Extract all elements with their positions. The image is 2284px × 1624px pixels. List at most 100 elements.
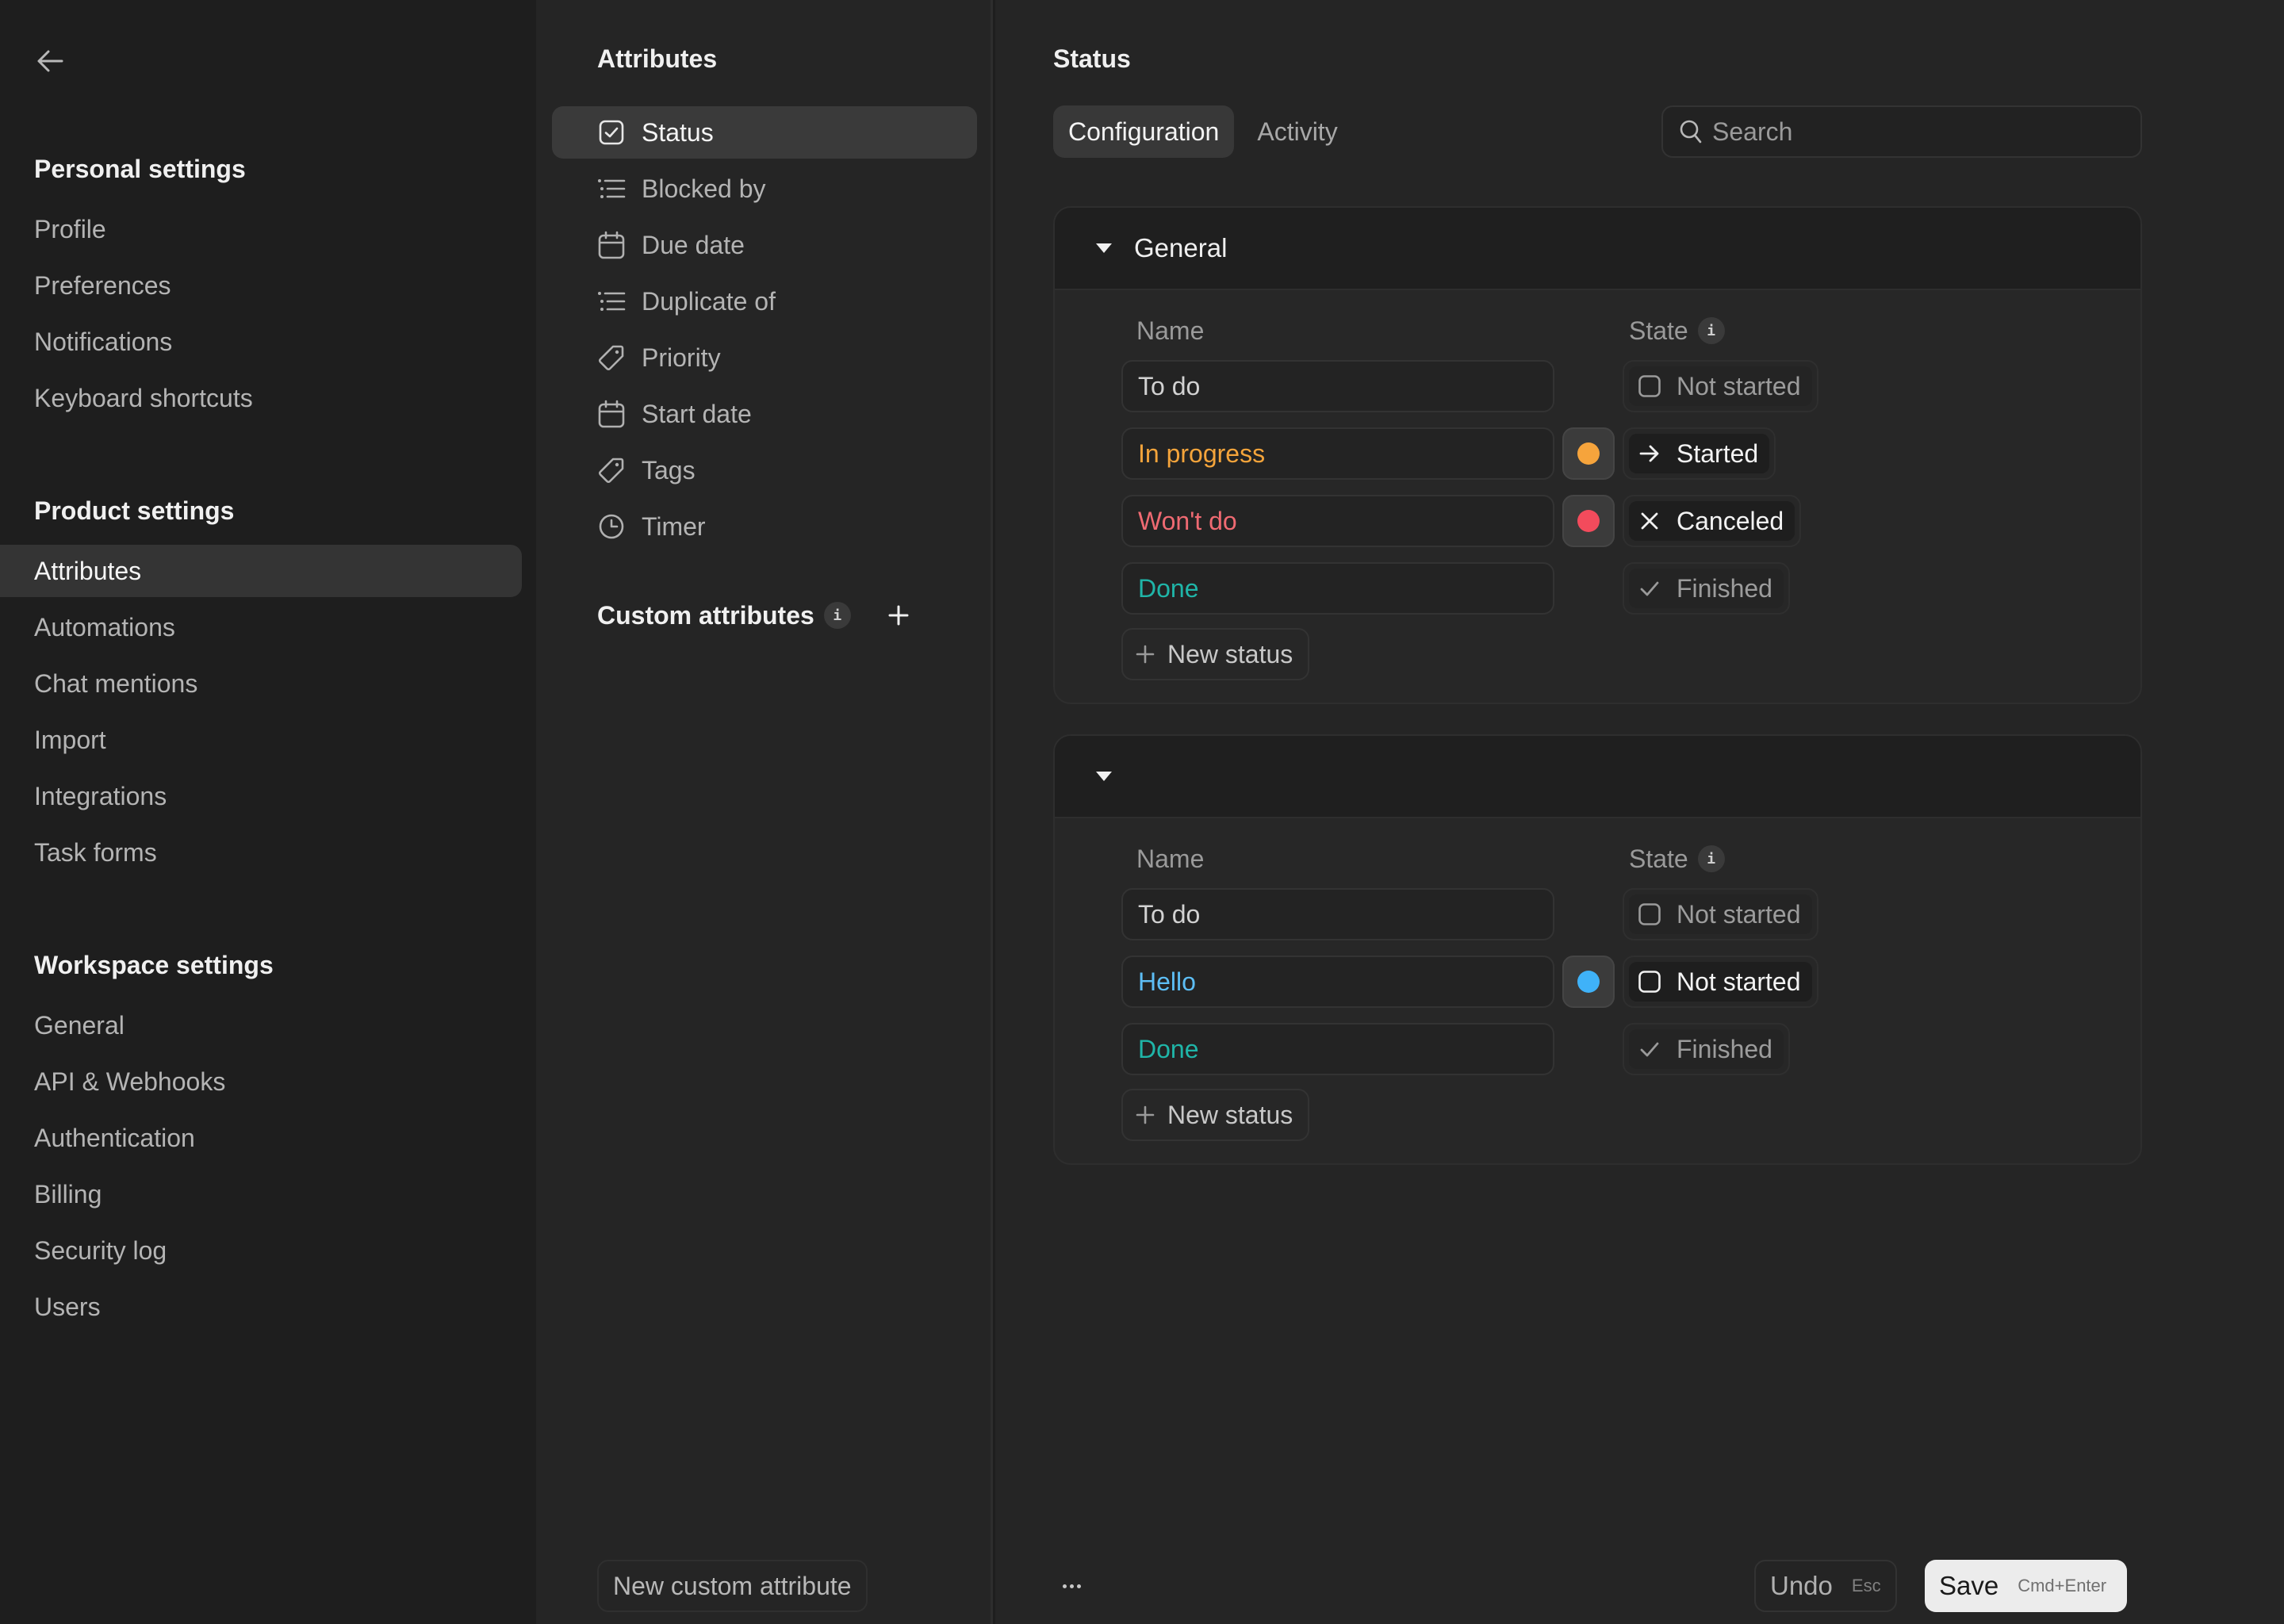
sidebar-item-users[interactable]: Users: [0, 1281, 522, 1333]
status-name: To do: [1138, 371, 1201, 400]
state-header-label: State: [1629, 316, 1688, 345]
state-dropdown[interactable]: Finished: [1623, 562, 1790, 615]
info-icon[interactable]: i: [1697, 317, 1725, 344]
status-name-input[interactable]: To do: [1121, 888, 1554, 940]
sidebar-item-import[interactable]: Import: [0, 714, 522, 766]
custom-attributes-header: Custom attributes i: [597, 599, 914, 631]
name-column-header: Name: [1136, 316, 1205, 345]
state-chip: Not started: [1629, 962, 1812, 1002]
status-name-input[interactable]: Done: [1121, 1023, 1554, 1075]
status-color-picker[interactable]: [1562, 495, 1615, 547]
undo-label: Undo: [1770, 1571, 1833, 1600]
status-name: Done: [1138, 573, 1199, 603]
section-heading: Personal settings: [34, 155, 246, 183]
sidebar-item-automations[interactable]: Automations: [0, 601, 522, 653]
status-name-input[interactable]: Done: [1121, 562, 1554, 615]
tab-bar: Configuration Activity: [1053, 105, 1353, 158]
sidebar-item-preferences[interactable]: Preferences: [0, 259, 522, 312]
status-name-input[interactable]: To do: [1121, 360, 1554, 412]
state-label: Not started: [1677, 371, 1801, 400]
section-heading: Workspace settings: [34, 951, 274, 979]
state-chip: Started: [1629, 434, 1770, 473]
sidebar-item-notifications[interactable]: Notifications: [0, 316, 522, 368]
sidebar-item-attributes[interactable]: Attributes: [0, 545, 522, 597]
attribute-item-start-date[interactable]: Start date: [552, 388, 977, 440]
color-slot-empty: [1562, 1023, 1615, 1075]
attribute-item-due-date[interactable]: Due date: [552, 219, 977, 271]
color-slot-empty: [1562, 360, 1615, 412]
plus-icon: [888, 605, 909, 626]
status-color-picker[interactable]: [1562, 956, 1615, 1008]
new-status-button[interactable]: New status: [1121, 628, 1310, 680]
color-slot-empty: [1562, 562, 1615, 615]
back-button[interactable]: [30, 41, 70, 81]
state-dropdown[interactable]: Started: [1623, 427, 1776, 480]
sidebar-item-billing[interactable]: Billing: [0, 1168, 522, 1220]
state-dropdown[interactable]: Finished: [1623, 1023, 1790, 1075]
tab-activity[interactable]: Activity: [1242, 105, 1352, 158]
info-icon[interactable]: i: [823, 602, 851, 629]
sidebar-item-security-log[interactable]: Security log: [0, 1224, 522, 1277]
attribute-label: Priority: [642, 343, 721, 372]
page-title: Status: [1053, 44, 1131, 73]
settings-sidebar: Personal settings Profile Preferences No…: [0, 0, 536, 1624]
attribute-item-status[interactable]: Status: [552, 106, 977, 159]
plus-icon: [1136, 1105, 1155, 1124]
column-headers: Name State i: [1121, 311, 2140, 350]
arrow-right-icon: [1637, 441, 1662, 466]
status-group-card: Name State i To do Not started Hello Not st…: [1053, 734, 2142, 1165]
search-input[interactable]: [1712, 117, 2109, 147]
status-row: To do Not started: [1121, 888, 2140, 940]
status-name-input[interactable]: In progress: [1121, 427, 1554, 480]
color-slot-empty: [1562, 888, 1615, 940]
state-dropdown[interactable]: Canceled: [1623, 495, 1802, 547]
status-name-input[interactable]: Hello: [1121, 956, 1554, 1008]
info-icon[interactable]: i: [1697, 845, 1725, 872]
save-button[interactable]: Save Cmd+Enter: [1925, 1560, 2128, 1612]
status-group-card: General Name State i To do Not started In …: [1053, 206, 2142, 704]
status-color-picker[interactable]: [1562, 427, 1615, 480]
sidebar-item-task-forms[interactable]: Task forms: [0, 826, 522, 879]
sidebar-item-integrations[interactable]: Integrations: [0, 770, 522, 822]
dot: [1076, 1584, 1081, 1588]
attribute-label: Blocked by: [642, 174, 766, 203]
attribute-item-timer[interactable]: Timer: [552, 500, 977, 553]
sidebar-item-keyboard-shortcuts[interactable]: Keyboard shortcuts: [0, 372, 522, 424]
attribute-item-duplicate-of[interactable]: Duplicate of: [552, 275, 977, 327]
group-header-toggle[interactable]: [1055, 736, 2140, 818]
new-status-label: New status: [1167, 639, 1293, 668]
status-row: In progress Started: [1121, 427, 2140, 480]
state-label: Finished: [1677, 573, 1772, 603]
attribute-item-priority[interactable]: Priority: [552, 331, 977, 384]
attribute-item-tags[interactable]: Tags: [552, 444, 977, 496]
sidebar-item-chat-mentions[interactable]: Chat mentions: [0, 657, 522, 710]
tab-configuration[interactable]: Configuration: [1053, 105, 1235, 158]
attribute-item-blocked-by[interactable]: Blocked by: [552, 163, 977, 215]
status-name-input[interactable]: Won't do: [1121, 495, 1554, 547]
sidebar-item-general[interactable]: General: [0, 999, 522, 1051]
attribute-label: Status: [642, 117, 714, 147]
arrow-left-icon: [37, 50, 63, 72]
product-settings-section: Product settings Attributes Automations …: [0, 487, 536, 879]
state-chip: Not started: [1629, 894, 1812, 934]
undo-button[interactable]: Undo Esc: [1754, 1560, 1897, 1612]
custom-attributes-title: Custom attributes: [597, 600, 814, 630]
add-custom-attribute-button[interactable]: [883, 599, 914, 631]
clock-icon: [597, 512, 626, 541]
sidebar-item-profile[interactable]: Profile: [0, 203, 522, 255]
more-options-button[interactable]: [1053, 1570, 1090, 1602]
new-custom-attribute-button[interactable]: New custom attribute: [597, 1560, 868, 1612]
new-status-button[interactable]: New status: [1121, 1089, 1310, 1141]
workspace-settings-section: Workspace settings General API & Webhook…: [0, 941, 536, 1333]
tag-icon: [597, 456, 626, 485]
state-label: Not started: [1677, 899, 1801, 929]
sidebar-item-api-webhooks[interactable]: API & Webhooks: [0, 1055, 522, 1108]
group-header-toggle[interactable]: General: [1055, 208, 2140, 290]
status-row: Hello Not started: [1121, 956, 2140, 1008]
sidebar-item-authentication[interactable]: Authentication: [0, 1112, 522, 1164]
state-dropdown[interactable]: Not started: [1623, 956, 1818, 1008]
status-name: Done: [1138, 1034, 1199, 1063]
state-dropdown[interactable]: Not started: [1623, 888, 1818, 940]
state-dropdown[interactable]: Not started: [1623, 360, 1818, 412]
calendar-icon: [597, 400, 626, 428]
